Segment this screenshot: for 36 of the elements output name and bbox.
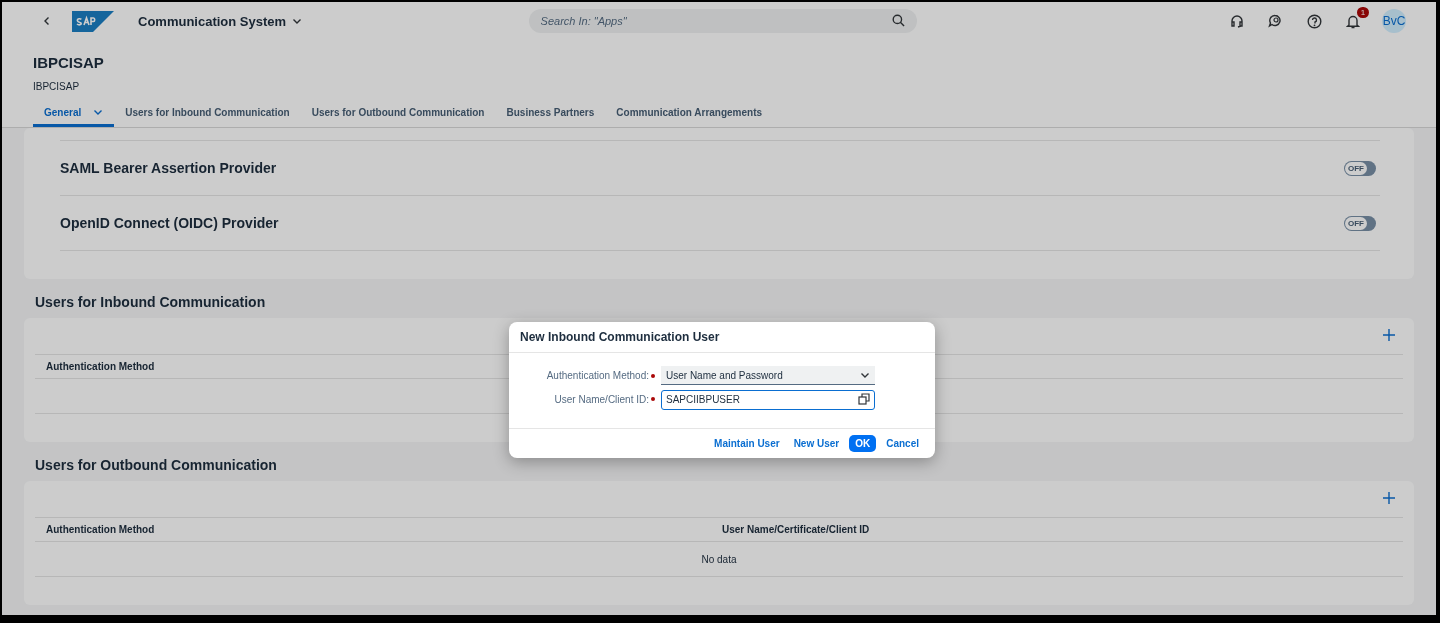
app-title-menu[interactable]: Communication System [132,12,309,30]
back-icon [42,16,52,26]
tab[interactable]: Users for Inbound Communication [114,98,301,127]
page-subtitle: IBPCISAP [33,81,81,92]
caret-icon [292,16,303,26]
search-field[interactable]: Search In: "Apps" [528,9,918,33]
tab[interactable]: Communication Arrangements [605,98,774,127]
column-header: Authentication Method [46,524,156,535]
tab[interactable]: Users for Outbound Communication [300,98,496,127]
dialog-button[interactable]: OK [849,435,877,452]
search-icon [892,14,906,27]
field-label: User Name/Client ID: [553,393,649,405]
user-name-field[interactable]: SAPCIIBPUSER [661,389,875,410]
authentication-method-select[interactable]: User Name and Password [661,366,875,385]
field-label: Authentication Method: [545,370,649,381]
dialog-button[interactable]: Cancel [882,435,923,452]
toggle-switch[interactable]: OFF [1344,160,1376,176]
dialog-button[interactable]: Maintain User [710,435,784,452]
section-title: Users for Outbound Communication [34,456,278,475]
dialog-title: New Inbound Communication User [509,322,935,353]
section-title: Users for Inbound Communication [34,293,267,312]
column-header: Authentication Method [46,361,156,372]
tab[interactable]: Business Partners [495,98,606,127]
page-title: IBPCISAP [33,54,105,71]
copy-icon [858,393,870,405]
provider-name: OpenID Connect (OIDC) Provider [60,215,279,231]
no-data-text: No data [701,553,737,565]
caret-icon [860,370,870,380]
column-header: User Name/Certificate/Client ID [722,524,871,535]
company-logo-icon [72,10,114,32]
dialog-button[interactable]: New User [789,435,844,452]
provider-name: SAML Bearer Assertion Provider [60,160,277,176]
headset-icon[interactable] [1228,12,1246,30]
toggle-switch[interactable]: OFF [1344,215,1376,231]
user-avatar[interactable]: BvC [1382,9,1406,33]
notification-count: 1 [1357,6,1369,18]
